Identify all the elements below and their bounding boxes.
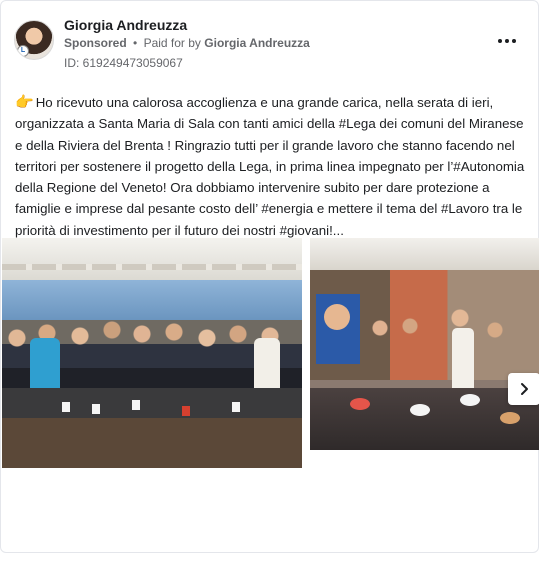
speaker-with-microphone	[452, 328, 474, 388]
carousel-next-button[interactable]	[508, 373, 539, 405]
separator-dot: •	[133, 36, 138, 50]
party-badge-icon: L	[17, 45, 29, 57]
post-text: Ho ricevuto una calorosa accoglienza e u…	[15, 95, 525, 238]
person-white-jacket	[254, 338, 280, 388]
person-blue-shirt	[30, 338, 60, 388]
carousel-image-group-photo[interactable]	[2, 238, 302, 468]
chevron-right-icon	[521, 383, 528, 395]
table-with-drinks	[310, 388, 539, 450]
ad-post-card: L Giorgia Andreuzza Sponsored • Paid for…	[0, 0, 539, 553]
author-name[interactable]: Giorgia Andreuzza	[64, 17, 187, 33]
audience	[310, 298, 539, 398]
sponsored-line: Sponsored • Paid for by Giorgia Andreuzz…	[64, 36, 310, 50]
more-dot	[512, 39, 516, 43]
tent-canopy	[310, 238, 539, 270]
author-avatar[interactable]: L	[14, 20, 54, 60]
paid-for-prefix: Paid for by	[143, 36, 201, 50]
more-dot	[498, 39, 502, 43]
tent-canopy	[2, 238, 302, 280]
ad-id: ID: 619249473059067	[64, 56, 183, 70]
pointing-hand-icon: 👉	[15, 94, 34, 111]
post-body: 👉 Ho ricevuto una calorosa accoglienza e …	[15, 92, 527, 241]
paid-for-name: Giorgia Andreuzza	[204, 36, 310, 50]
carousel-image-speech-photo[interactable]	[310, 238, 539, 450]
more-dot	[505, 39, 509, 43]
dinner-table	[2, 388, 302, 468]
more-options-icon[interactable]	[495, 31, 519, 51]
sponsored-label: Sponsored	[64, 36, 127, 50]
